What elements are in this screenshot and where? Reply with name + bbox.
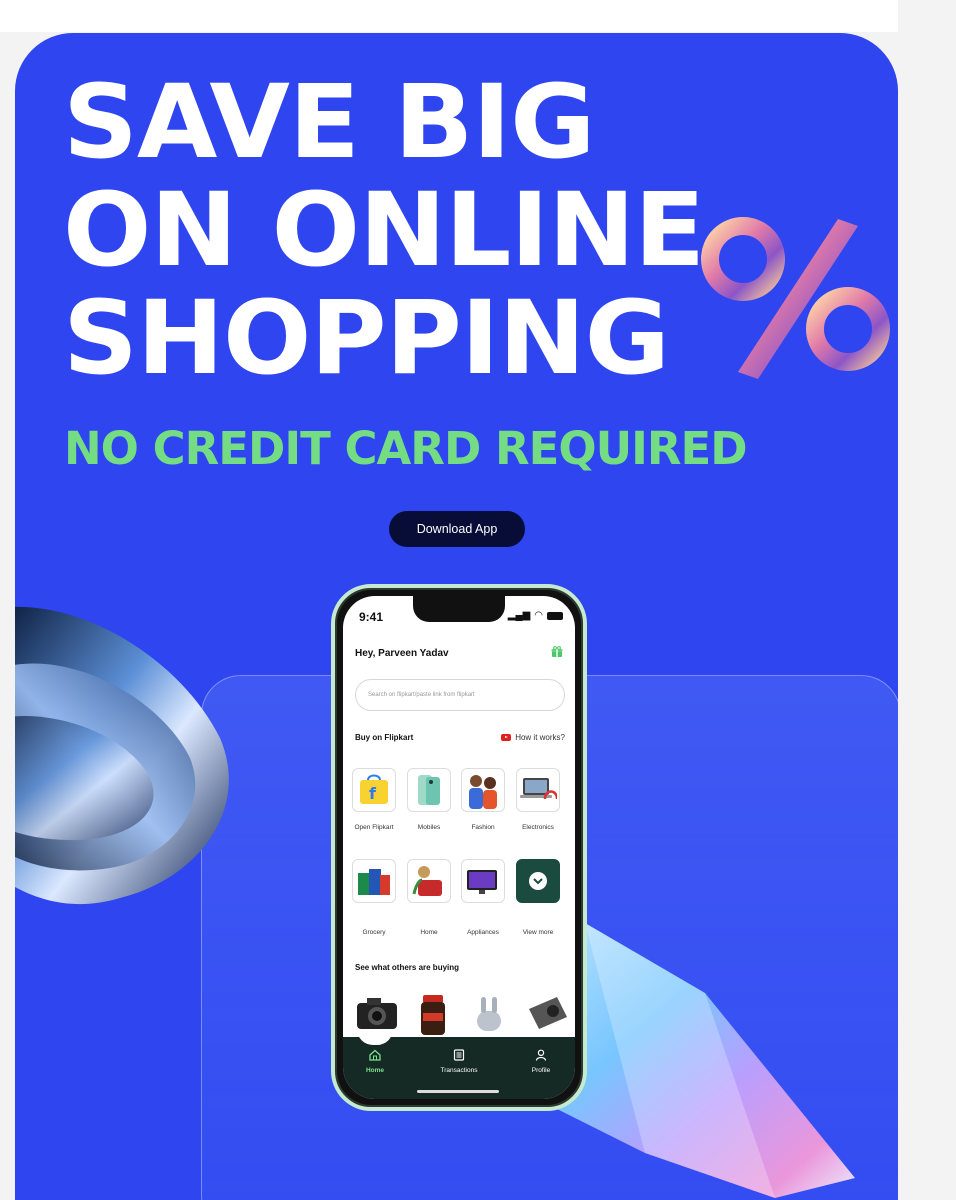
signal-icon: ▂▄▆ [507, 610, 531, 621]
flipkart-bag-icon: f [352, 768, 396, 812]
how-it-works-link[interactable]: How it works? [501, 733, 565, 742]
category-appliances[interactable]: Appliances [458, 859, 508, 936]
greeting-text: Hey, Parveen Yadav [355, 648, 449, 659]
headline-line-2: ON ONLINE [63, 171, 705, 290]
laptop-headphones-icon [516, 768, 560, 812]
projector-icon[interactable] [523, 989, 571, 1037]
search-input[interactable]: Search on flipkart/paste link from flipk… [355, 679, 565, 711]
search-placeholder: Search on flipkart/paste link from flipk… [368, 692, 475, 698]
category-label: Open Flipkart [354, 824, 394, 831]
nav-transactions-label: Transactions [440, 1067, 478, 1074]
status-time: 9:41 [359, 610, 384, 624]
percent-symbol-icon [701, 217, 890, 379]
category-mobiles[interactable]: Mobiles [404, 768, 454, 831]
category-label: Grocery [362, 929, 386, 936]
nav-home[interactable]: Home [345, 1049, 405, 1074]
metallic-ribbon-icon [15, 606, 229, 905]
download-app-button[interactable]: Download App [389, 511, 525, 547]
category-grocery[interactable]: Grocery [349, 859, 399, 936]
hero-banner: SAVE BIG ON ONLINE SHOPPING NO CREDIT CA… [15, 33, 898, 1200]
home-icon [369, 1049, 381, 1061]
headline-line-3: SHOPPING [63, 279, 670, 398]
svg-text:f: f [369, 784, 377, 803]
category-label: Fashion [471, 824, 495, 831]
battery-icon [547, 611, 563, 620]
category-view-more[interactable]: View more [513, 859, 563, 936]
category-label: Mobiles [417, 824, 441, 831]
coffee-jar-icon[interactable] [409, 989, 457, 1037]
category-label: Home [420, 929, 438, 936]
user-icon [535, 1049, 547, 1061]
nav-transactions[interactable]: Transactions [429, 1049, 489, 1074]
category-label: Appliances [467, 929, 499, 936]
nav-indicator [357, 1029, 393, 1045]
nav-profile-label: Profile [531, 1067, 551, 1074]
view-more-tile [516, 859, 560, 903]
youtube-icon [501, 734, 512, 741]
home-furniture-icon [407, 859, 451, 903]
nav-profile[interactable]: Profile [511, 1049, 571, 1074]
category-label: View more [522, 929, 554, 936]
category-fashion[interactable]: Fashion [458, 768, 508, 831]
buy-section-title: Buy on Flipkart [355, 733, 414, 742]
home-indicator [417, 1090, 499, 1093]
hero-headline: SAVE BIG ON ONLINE SHOPPING [63, 69, 705, 393]
fashion-people-icon [461, 768, 505, 812]
status-icons: ▂▄▆ ◠ [508, 610, 563, 621]
earbuds-icon[interactable] [465, 989, 513, 1037]
how-it-works-label: How it works? [515, 733, 565, 742]
category-home[interactable]: Home [404, 859, 454, 936]
top-white-band [0, 0, 898, 32]
gift-icon[interactable] [551, 646, 563, 658]
grocery-icon [352, 859, 396, 903]
wifi-icon: ◠ [534, 610, 543, 621]
others-buying-title: See what others are buying [355, 963, 460, 972]
list-icon [453, 1049, 465, 1061]
category-label: Electronics [522, 824, 554, 831]
phone-notch [413, 596, 505, 622]
nav-home-label: Home [365, 1067, 385, 1074]
phone-mockup: 9:41 ▂▄▆ ◠ Hey, Parveen Yadav Search on … [331, 584, 587, 1111]
app-screen: 9:41 ▂▄▆ ◠ Hey, Parveen Yadav Search on … [343, 596, 575, 1099]
category-electronics[interactable]: Electronics [513, 768, 563, 831]
appliances-icon [461, 859, 505, 903]
headline-line-1: SAVE BIG [63, 63, 595, 182]
mobile-phone-icon [407, 768, 451, 812]
hero-subheadline: NO CREDIT CARD REQUIRED [64, 422, 748, 475]
chevron-down-icon [529, 872, 547, 890]
category-open-flipkart[interactable]: f Open Flipkart [349, 768, 399, 831]
